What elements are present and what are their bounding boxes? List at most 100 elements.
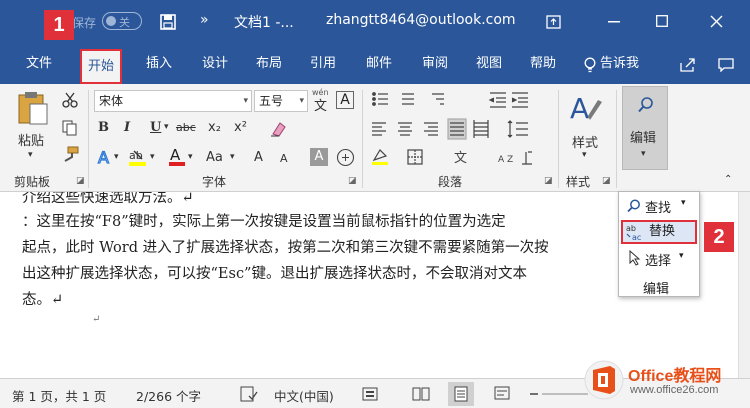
read-mode-icon[interactable] bbox=[412, 386, 430, 402]
cut-icon[interactable] bbox=[62, 92, 78, 108]
underline-button[interactable]: U bbox=[150, 120, 161, 135]
clipboard-launcher-icon[interactable]: ◪ bbox=[76, 176, 85, 186]
highlight-dropdown-icon[interactable]: ▾ bbox=[150, 152, 155, 162]
text-effects-icon[interactable]: A bbox=[96, 148, 114, 166]
text-highlight-icon[interactable]: ab bbox=[128, 147, 148, 167]
italic-button[interactable]: I bbox=[124, 120, 130, 135]
tab-design[interactable]: 设计 bbox=[202, 46, 228, 84]
copy-icon[interactable] bbox=[62, 120, 78, 136]
styles-launcher-icon[interactable]: ◪ bbox=[602, 176, 611, 186]
underline-dropdown-icon[interactable]: ▾ bbox=[164, 122, 169, 132]
grow-font-button[interactable]: A bbox=[254, 150, 263, 165]
tab-references[interactable]: 引用 bbox=[310, 46, 336, 84]
shrink-font-button[interactable]: A bbox=[280, 152, 288, 165]
styles-icon[interactable]: A bbox=[568, 92, 604, 126]
tab-tell-me[interactable]: 告诉我 bbox=[600, 46, 639, 84]
autosave-label: 保存 bbox=[72, 16, 97, 30]
chevron-down-icon: ▾ bbox=[299, 96, 304, 106]
more-commands-icon[interactable]: » bbox=[200, 12, 209, 28]
character-border-icon[interactable]: A bbox=[336, 91, 354, 109]
paste-icon[interactable] bbox=[16, 90, 50, 126]
page-count[interactable]: 第 1 页，共 1 页 bbox=[12, 386, 106, 405]
autosave-toggle[interactable]: 关 bbox=[102, 12, 142, 30]
doc-line: 介绍这些快速选取方法。↵ bbox=[22, 192, 194, 206]
change-case-button[interactable]: Aa bbox=[206, 150, 223, 165]
watermark: Office教程网 www.office26.com bbox=[580, 354, 745, 406]
paste-button[interactable]: 粘贴 bbox=[18, 130, 44, 149]
macro-record-icon[interactable] bbox=[362, 386, 378, 402]
close-icon[interactable] bbox=[710, 15, 723, 28]
comments-icon[interactable] bbox=[718, 58, 734, 72]
format-painter-icon[interactable] bbox=[62, 146, 80, 162]
ribbon: 粘贴 ▾ 剪贴板 ◪ 宋体 ▾ 五号 ▾ wén 文 A B I U ▾ abc… bbox=[0, 84, 750, 192]
font-color-icon[interactable]: A bbox=[168, 146, 186, 167]
search-icon bbox=[627, 199, 640, 213]
svg-text:A Z: A Z bbox=[498, 155, 513, 165]
language-indicator[interactable]: 中文(中国) bbox=[274, 386, 334, 405]
web-layout-icon[interactable] bbox=[494, 386, 512, 402]
word-count[interactable]: 2/266 个字 bbox=[136, 386, 201, 405]
paste-dropdown-icon[interactable]: ▾ bbox=[28, 150, 33, 160]
clear-formatting-icon[interactable] bbox=[270, 120, 288, 138]
find-dropdown-icon[interactable]: ▾ bbox=[681, 198, 686, 208]
enclose-characters-icon[interactable] bbox=[336, 148, 355, 167]
select-menu-item[interactable]: 选择 bbox=[645, 250, 671, 269]
group-separator bbox=[616, 90, 617, 188]
editing-button[interactable]: 编辑 ▾ bbox=[622, 86, 668, 170]
watermark-url: www.office26.com bbox=[630, 384, 719, 396]
proofing-icon[interactable] bbox=[240, 386, 258, 402]
svg-text:A: A bbox=[570, 92, 589, 125]
subscript-button[interactable]: x₂ bbox=[208, 120, 221, 135]
tab-file[interactable]: 文件 bbox=[26, 46, 52, 84]
title-bar: 保存 关 » 文档1 -... zhangtt8464@outlook.com bbox=[0, 0, 750, 46]
character-shading-icon[interactable]: A bbox=[310, 148, 328, 166]
toggle-state: 关 bbox=[119, 16, 130, 29]
step-badge-1: 1 bbox=[44, 10, 74, 40]
text-effects-dropdown-icon[interactable]: ▾ bbox=[114, 152, 119, 162]
replace-label: 替换 bbox=[649, 224, 676, 239]
font-name-select[interactable]: 宋体 ▾ bbox=[94, 90, 252, 112]
phonetic-guide-icon[interactable]: 文 bbox=[314, 95, 327, 114]
account-email[interactable]: zhangtt8464@outlook.com bbox=[326, 12, 516, 28]
find-menu-item[interactable]: 查找 bbox=[645, 197, 671, 216]
collapse-ribbon-icon[interactable]: ⌃ bbox=[724, 174, 732, 185]
paragraph-tools-icon[interactable]: 文 A Z bbox=[370, 90, 546, 170]
bold-button[interactable]: B bbox=[98, 120, 109, 135]
office-logo-icon bbox=[584, 360, 624, 400]
tab-home[interactable]: 开始 bbox=[80, 49, 123, 84]
maximize-icon[interactable] bbox=[656, 15, 668, 27]
tab-view[interactable]: 视图 bbox=[476, 46, 502, 84]
font-size-select[interactable]: 五号 ▾ bbox=[254, 90, 308, 112]
ribbon-display-icon[interactable] bbox=[546, 15, 561, 29]
superscript-button[interactable]: x² bbox=[234, 120, 247, 135]
font-group-label: 字体 bbox=[202, 175, 227, 189]
save-icon[interactable] bbox=[160, 14, 176, 30]
cursor-arrow-icon bbox=[629, 250, 641, 266]
minimize-icon[interactable] bbox=[608, 21, 620, 23]
svg-text:ac: ac bbox=[632, 233, 641, 241]
styles-dropdown-icon[interactable]: ▾ bbox=[582, 150, 587, 160]
tab-mailings[interactable]: 邮件 bbox=[366, 46, 392, 84]
select-dropdown-icon[interactable]: ▾ bbox=[679, 251, 684, 261]
search-icon bbox=[638, 97, 653, 113]
styles-button[interactable]: 样式 bbox=[572, 132, 598, 151]
tab-layout[interactable]: 布局 bbox=[256, 46, 282, 84]
replace-icon: ab ac bbox=[626, 224, 641, 241]
editing-dropdown: 查找 ▾ ab ac 替换 选择 ▾ 编辑 bbox=[618, 191, 700, 297]
font-color-dropdown-icon[interactable]: ▾ bbox=[188, 152, 193, 162]
replace-menu-item[interactable]: ab ac 替换 bbox=[621, 220, 697, 244]
tab-review[interactable]: 审阅 bbox=[422, 46, 448, 84]
print-layout-icon bbox=[454, 386, 468, 402]
zoom-slider[interactable] bbox=[528, 385, 588, 403]
vertical-scrollbar[interactable] bbox=[738, 192, 750, 378]
tab-help[interactable]: 帮助 bbox=[530, 46, 556, 84]
doc-line: 起点，此时 Word 进入了扩展选择状态，按第二次和第三次键不需要紧随第一次按 bbox=[22, 240, 549, 256]
print-layout-button[interactable] bbox=[448, 382, 474, 406]
doc-line: ：这里在按“F8”键时，实际上第一次按键是设置当前鼠标指针的位置为选定 bbox=[22, 214, 506, 230]
share-icon[interactable] bbox=[680, 58, 696, 72]
paragraph-launcher-icon[interactable]: ◪ bbox=[544, 176, 553, 186]
tab-insert[interactable]: 插入 bbox=[146, 46, 172, 84]
strikethrough-button[interactable]: abc bbox=[176, 121, 196, 134]
font-launcher-icon[interactable]: ◪ bbox=[348, 176, 357, 186]
change-case-dropdown-icon[interactable]: ▾ bbox=[230, 152, 235, 162]
